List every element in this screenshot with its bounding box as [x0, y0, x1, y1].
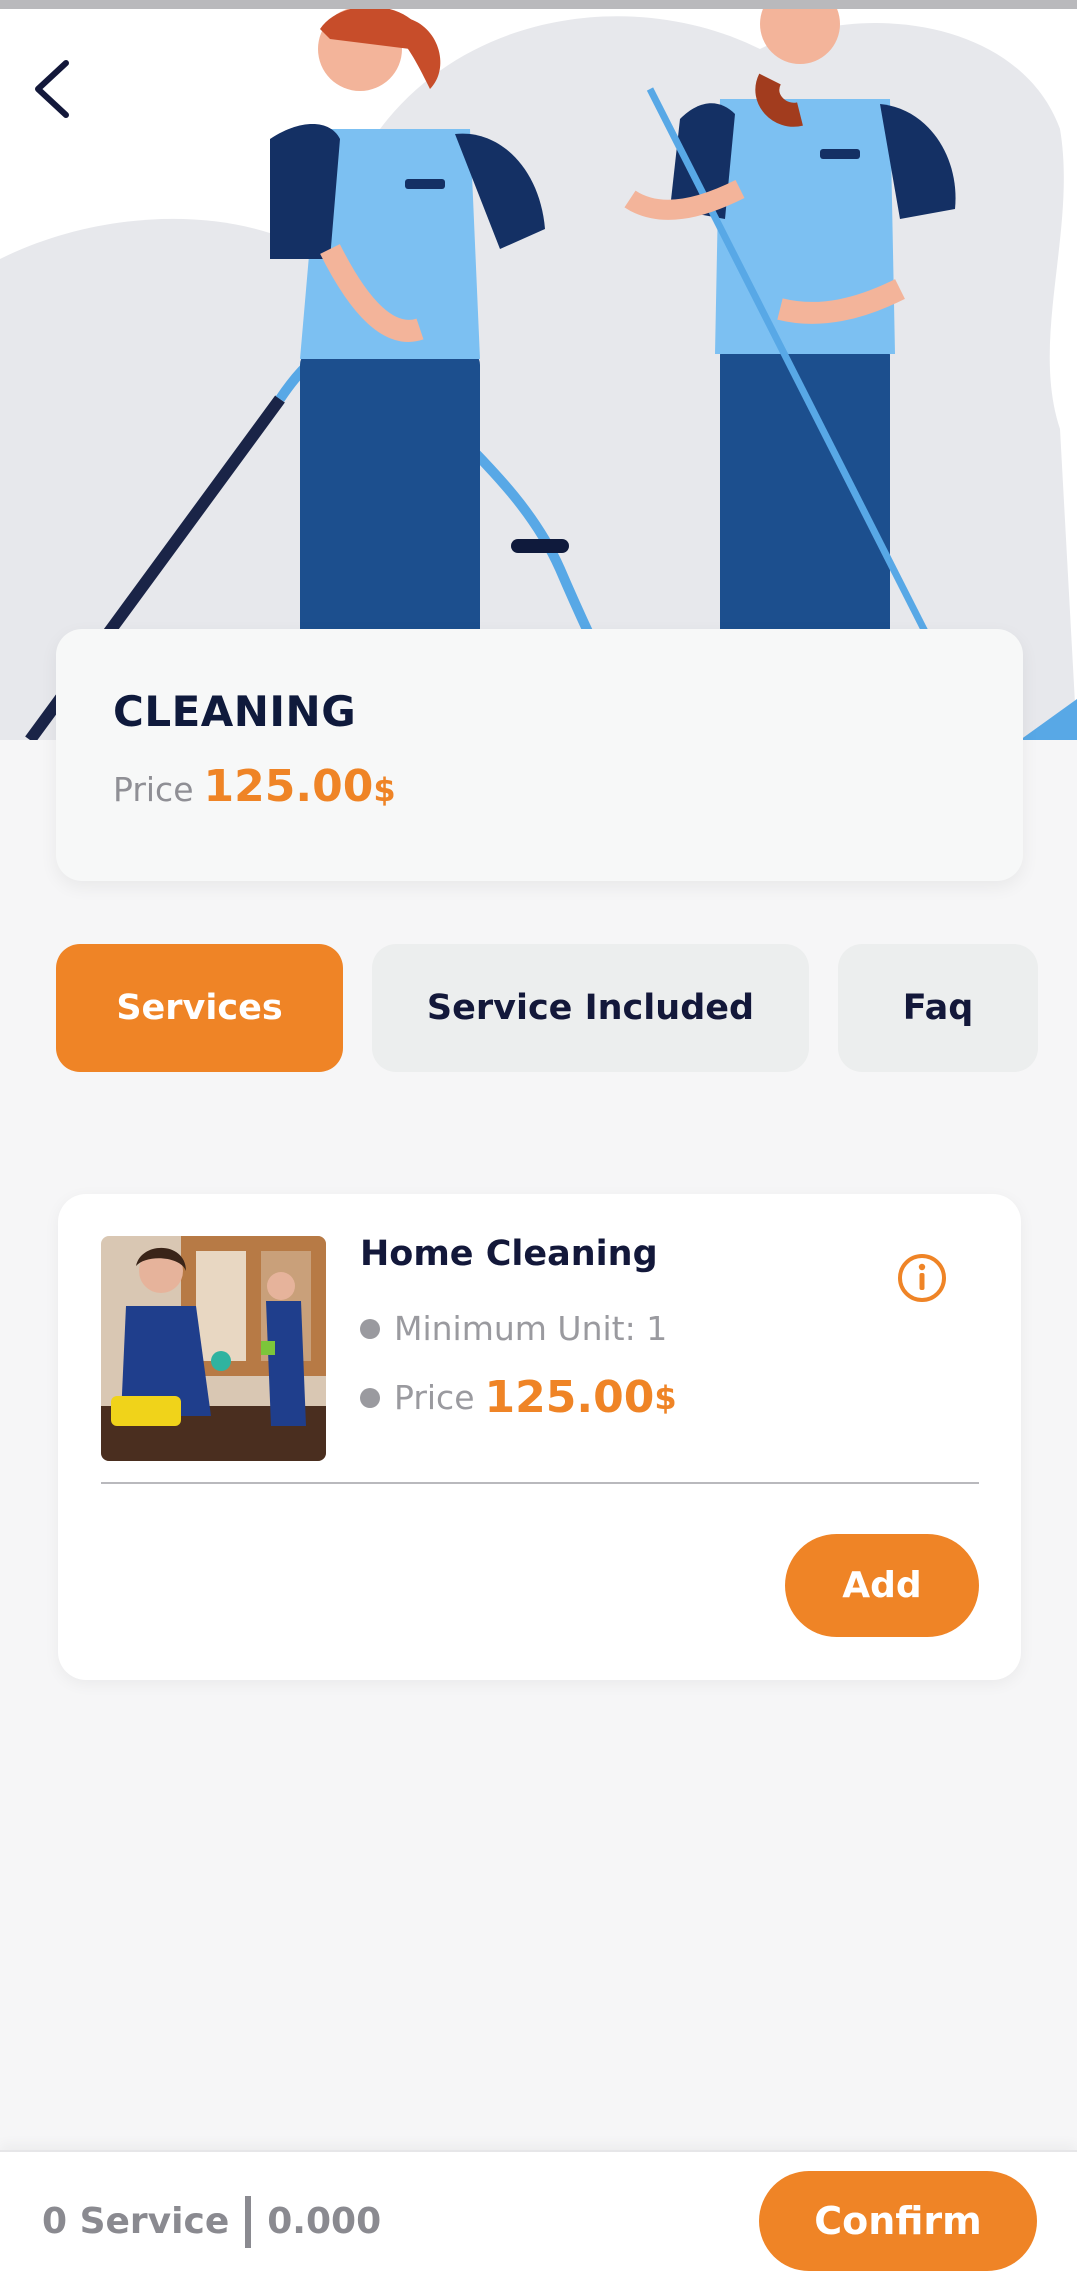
status-strip [0, 0, 1077, 9]
cart-summary: 0 Service 0.000 [42, 2152, 381, 2291]
info-icon [898, 1254, 946, 1302]
tab-faq[interactable]: Faq [838, 944, 1038, 1072]
service-item-card: Home Cleaning Minimum Unit: 1 Price 125.… [58, 1194, 1021, 1680]
bullet-dot [360, 1318, 380, 1339]
service-count: 0 Service [42, 2201, 230, 2242]
service-price-currency: $ [654, 1378, 677, 1417]
service-price-value: 125.00 [484, 1372, 655, 1423]
service-summary-card: CLEANING Price 125.00 $ [56, 629, 1023, 881]
page-title: CLEANING [113, 687, 357, 736]
price-row: Price 125.00 $ [113, 761, 396, 812]
service-price-label: Price [394, 1378, 475, 1417]
divider [101, 1482, 979, 1484]
price-value: 125.00 [203, 761, 374, 812]
add-button[interactable]: Add [785, 1534, 979, 1637]
service-price-row: Price 125.00 $ [360, 1372, 677, 1423]
min-unit-text: Minimum Unit: 1 [394, 1309, 668, 1348]
total-amount: 0.000 [267, 2201, 382, 2242]
chevron-left-icon [35, 60, 69, 118]
summary-separator [245, 2195, 252, 2248]
tab-services[interactable]: Services [56, 944, 343, 1072]
confirm-button[interactable]: Confirm [759, 2171, 1037, 2271]
service-photo [101, 1236, 326, 1461]
price-currency: $ [373, 771, 396, 809]
service-thumbnail [101, 1236, 326, 1461]
back-button[interactable] [30, 59, 100, 139]
tab-service-included[interactable]: Service Included [372, 944, 809, 1072]
min-unit-row: Minimum Unit: 1 [360, 1309, 667, 1348]
bottom-bar: 0 Service 0.000 Confirm [0, 2150, 1077, 2291]
service-name: Home Cleaning [360, 1234, 658, 1274]
info-button[interactable] [896, 1252, 948, 1304]
price-label: Price [113, 770, 194, 809]
bullet-dot [360, 1387, 380, 1408]
carousel-indicator [511, 539, 569, 553]
